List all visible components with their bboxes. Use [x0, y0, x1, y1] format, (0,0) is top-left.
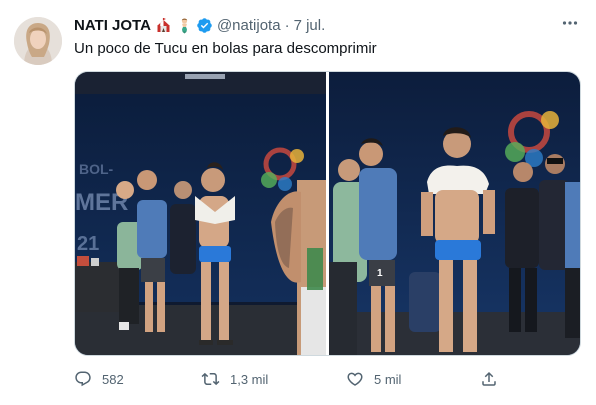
tweet-actions: 582 1,3 mil 5 mil	[74, 366, 581, 392]
like-button[interactable]: 5 mil	[346, 366, 401, 392]
media-photo-left[interactable]: BOL- MER 21	[75, 72, 326, 355]
retweet-count: 1,3 mil	[230, 371, 269, 387]
reply-button[interactable]: 582	[74, 366, 124, 392]
tweet-card[interactable]: NATI JOTA @natijota · 7 jul. Un poco de …	[0, 0, 596, 405]
svg-text:BOL-: BOL-	[79, 161, 114, 177]
more-icon	[561, 14, 579, 37]
like-count: 5 mil	[374, 371, 402, 387]
reply-icon	[74, 370, 92, 388]
share-icon	[480, 370, 498, 388]
like-icon	[346, 370, 364, 388]
svg-text:1: 1	[377, 268, 383, 279]
tweet-header: NATI JOTA @natijota · 7 jul.	[74, 15, 325, 35]
media-photo-right[interactable]: CA 1	[329, 72, 580, 355]
separator-dot: ·	[284, 16, 290, 34]
svg-text:21: 21	[77, 233, 99, 255]
tweet-date[interactable]: 7 jul.	[294, 17, 326, 34]
verified-badge-icon	[196, 17, 213, 34]
merperson-emoji	[176, 17, 193, 34]
circus-tent-emoji	[155, 17, 172, 34]
retweet-button[interactable]: 1,3 mil	[201, 366, 268, 392]
handle[interactable]: @natijota	[217, 17, 281, 34]
share-button[interactable]	[480, 366, 498, 392]
tweet-media[interactable]: BOL- MER 21 1	[74, 71, 581, 356]
display-name[interactable]: NATI JOTA	[74, 17, 151, 34]
avatar[interactable]	[14, 17, 62, 65]
reply-count: 582	[102, 371, 124, 387]
more-options-button[interactable]	[557, 14, 583, 36]
retweet-icon	[201, 370, 220, 388]
tweet-text: Un poco de Tucu en bolas para descomprim…	[74, 40, 377, 57]
